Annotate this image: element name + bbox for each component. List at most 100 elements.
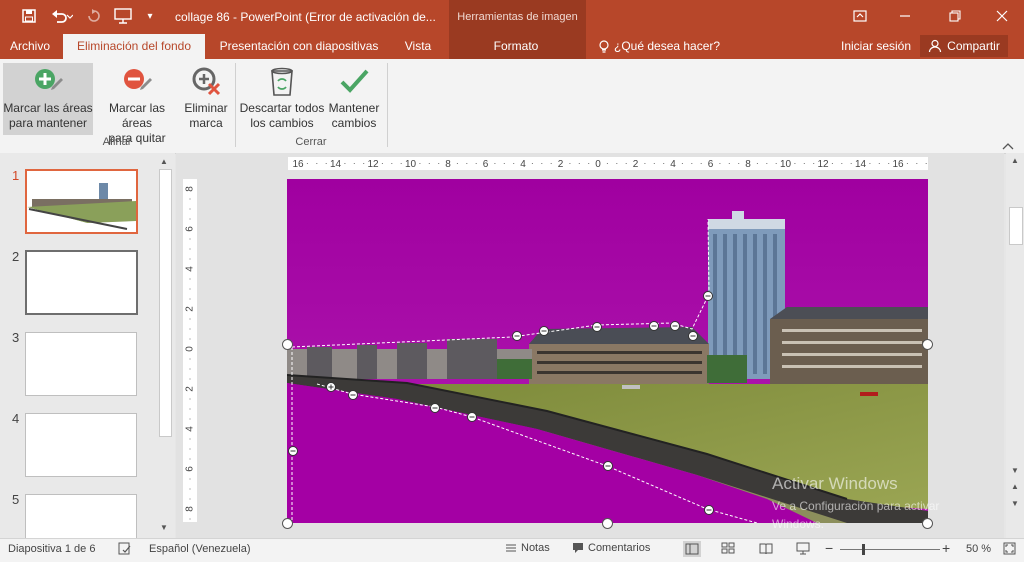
ruler-tick-label: 8: [445, 159, 451, 170]
ruler-tick-label: 2: [185, 306, 196, 312]
zoom-slider-thumb[interactable]: [862, 544, 865, 555]
save-icon[interactable]: [18, 6, 40, 26]
ruler-tick-label: 6: [185, 226, 196, 232]
spellcheck-icon[interactable]: [118, 542, 132, 558]
resize-handle[interactable]: [282, 518, 293, 529]
ruler-tick-label: 6: [483, 159, 489, 170]
ruler-tick: [189, 398, 191, 400]
keep-changes-button[interactable]: Mantener cambios: [326, 63, 382, 135]
ruler-tick-label: 12: [367, 159, 379, 170]
minimize-icon[interactable]: [893, 6, 917, 26]
ruler-tick: [550, 163, 552, 164]
ruler-tick: [189, 338, 191, 340]
slide-thumbnail-5[interactable]: [25, 494, 137, 539]
notes-button[interactable]: Notas: [505, 542, 550, 554]
ruler-tick: [419, 163, 421, 164]
mark-areas-to-remove-button[interactable]: Marcar las áreas para quitar: [93, 63, 181, 145]
sign-in-link[interactable]: Iniciar sesión: [838, 34, 914, 59]
scroll-thumb[interactable]: [1009, 207, 1023, 245]
discard-all-changes-button[interactable]: Descartar todos los cambios: [238, 63, 326, 135]
scroll-down-icon[interactable]: ▼: [160, 523, 168, 532]
background-removal-image[interactable]: [287, 179, 928, 523]
zoom-level[interactable]: 50 %: [966, 543, 991, 555]
mark-areas-to-keep-button[interactable]: Marcar las áreas para mantener: [3, 63, 93, 135]
ruler-tick: [625, 163, 627, 164]
tell-me[interactable]: ¿Qué desea hacer?: [598, 34, 720, 59]
ruler-tick-label: 4: [185, 266, 196, 272]
ribbon: Marcar las áreas para mantener Marcar la…: [0, 59, 1024, 154]
collapse-ribbon-icon[interactable]: [1002, 139, 1016, 150]
ruler-tick: [189, 488, 191, 490]
tab-format[interactable]: Formato: [480, 34, 552, 59]
comments-button[interactable]: Comentarios: [572, 542, 650, 554]
scroll-up-icon[interactable]: ▲: [160, 157, 168, 166]
ruler-tick: [428, 163, 430, 164]
ruler-tick: [189, 518, 191, 520]
ruler-tick-label: 10: [780, 159, 792, 170]
next-slide-icon[interactable]: ▼: [1011, 499, 1019, 508]
ruler-tick: [578, 163, 580, 164]
resize-handle[interactable]: [602, 518, 613, 529]
scroll-down-icon[interactable]: ▼: [1011, 466, 1019, 475]
slide-number: 5: [12, 492, 20, 507]
tab-slideshow[interactable]: Presentación con diapositivas: [212, 34, 386, 59]
ruler-tick: [306, 163, 308, 164]
restore-icon[interactable]: [943, 6, 967, 26]
ribbon-display-options-icon[interactable]: [848, 6, 872, 26]
ruler-tick: [925, 163, 927, 164]
ruler-tick: [189, 438, 191, 440]
ruler-tick: [381, 163, 383, 164]
tab-view[interactable]: Vista: [396, 34, 440, 59]
zoom-out-button[interactable]: −: [825, 540, 833, 556]
normal-view-button[interactable]: [683, 541, 701, 557]
ruler-tick: [681, 163, 683, 164]
slide-number: 3: [12, 330, 20, 345]
undo-icon[interactable]: [48, 6, 76, 26]
ruler-tick: [616, 163, 618, 164]
slide-thumbnail-1[interactable]: [25, 169, 138, 234]
comments-label: Comentarios: [588, 542, 651, 554]
reading-view-button[interactable]: [759, 542, 773, 558]
ruler-tick: [189, 218, 191, 220]
redo-icon[interactable]: [84, 6, 104, 26]
slide-canvas[interactable]: [287, 179, 928, 523]
ruler-tick-label: 0: [185, 346, 196, 352]
delete-mark-button[interactable]: Eliminar marca: [181, 63, 231, 135]
resize-handle[interactable]: [922, 339, 933, 350]
thumbnail-scrollbar[interactable]: ▲ ▼: [157, 155, 172, 536]
scroll-thumb[interactable]: [159, 169, 172, 437]
resize-handle[interactable]: [922, 518, 933, 529]
previous-slide-icon[interactable]: ▲: [1011, 482, 1019, 491]
share-button[interactable]: Compartir: [920, 35, 1008, 57]
close-icon[interactable]: [990, 6, 1014, 26]
tab-archivo[interactable]: Archivo: [3, 34, 57, 59]
ruler-tick: [189, 248, 191, 250]
zoom-in-button[interactable]: +: [942, 540, 950, 556]
slide-thumbnail-4[interactable]: [25, 413, 137, 477]
resize-handle[interactable]: [282, 339, 293, 350]
ruler-tick: [653, 163, 655, 164]
checkmark-icon: [338, 65, 370, 97]
start-from-beginning-icon[interactable]: [112, 6, 134, 26]
slide-sorter-button[interactable]: [721, 542, 735, 558]
slide-thumbnail-3[interactable]: [25, 332, 137, 396]
zoom-slider[interactable]: [840, 544, 940, 555]
ruler-tick: [189, 368, 191, 370]
ruler-tick-label: 2: [185, 386, 196, 392]
scroll-up-icon[interactable]: ▲: [1011, 156, 1019, 165]
ruler-tick: [189, 378, 191, 380]
window-title: collage 86 - PowerPoint (Error de activa…: [175, 10, 436, 24]
ruler-tick: [503, 163, 505, 164]
keep-label-2: cambios: [331, 116, 377, 130]
editor-scrollbar[interactable]: ▲ ▼ ▲ ▼: [1006, 153, 1024, 538]
language-indicator[interactable]: Español (Venezuela): [149, 543, 251, 555]
slide-sorter-icon: [721, 542, 735, 554]
slide-thumbnail-2[interactable]: [25, 250, 138, 315]
tab-background-removal[interactable]: Eliminación del fondo: [63, 34, 205, 59]
keep-mark-icon[interactable]: [326, 382, 336, 392]
ruler-tick: [588, 163, 590, 164]
customize-toolbar-icon[interactable]: ▾: [142, 6, 158, 26]
fit-slide-button[interactable]: [1003, 542, 1016, 558]
slideshow-button[interactable]: [796, 542, 810, 558]
activation-watermark-line3: Windows.: [772, 517, 825, 531]
